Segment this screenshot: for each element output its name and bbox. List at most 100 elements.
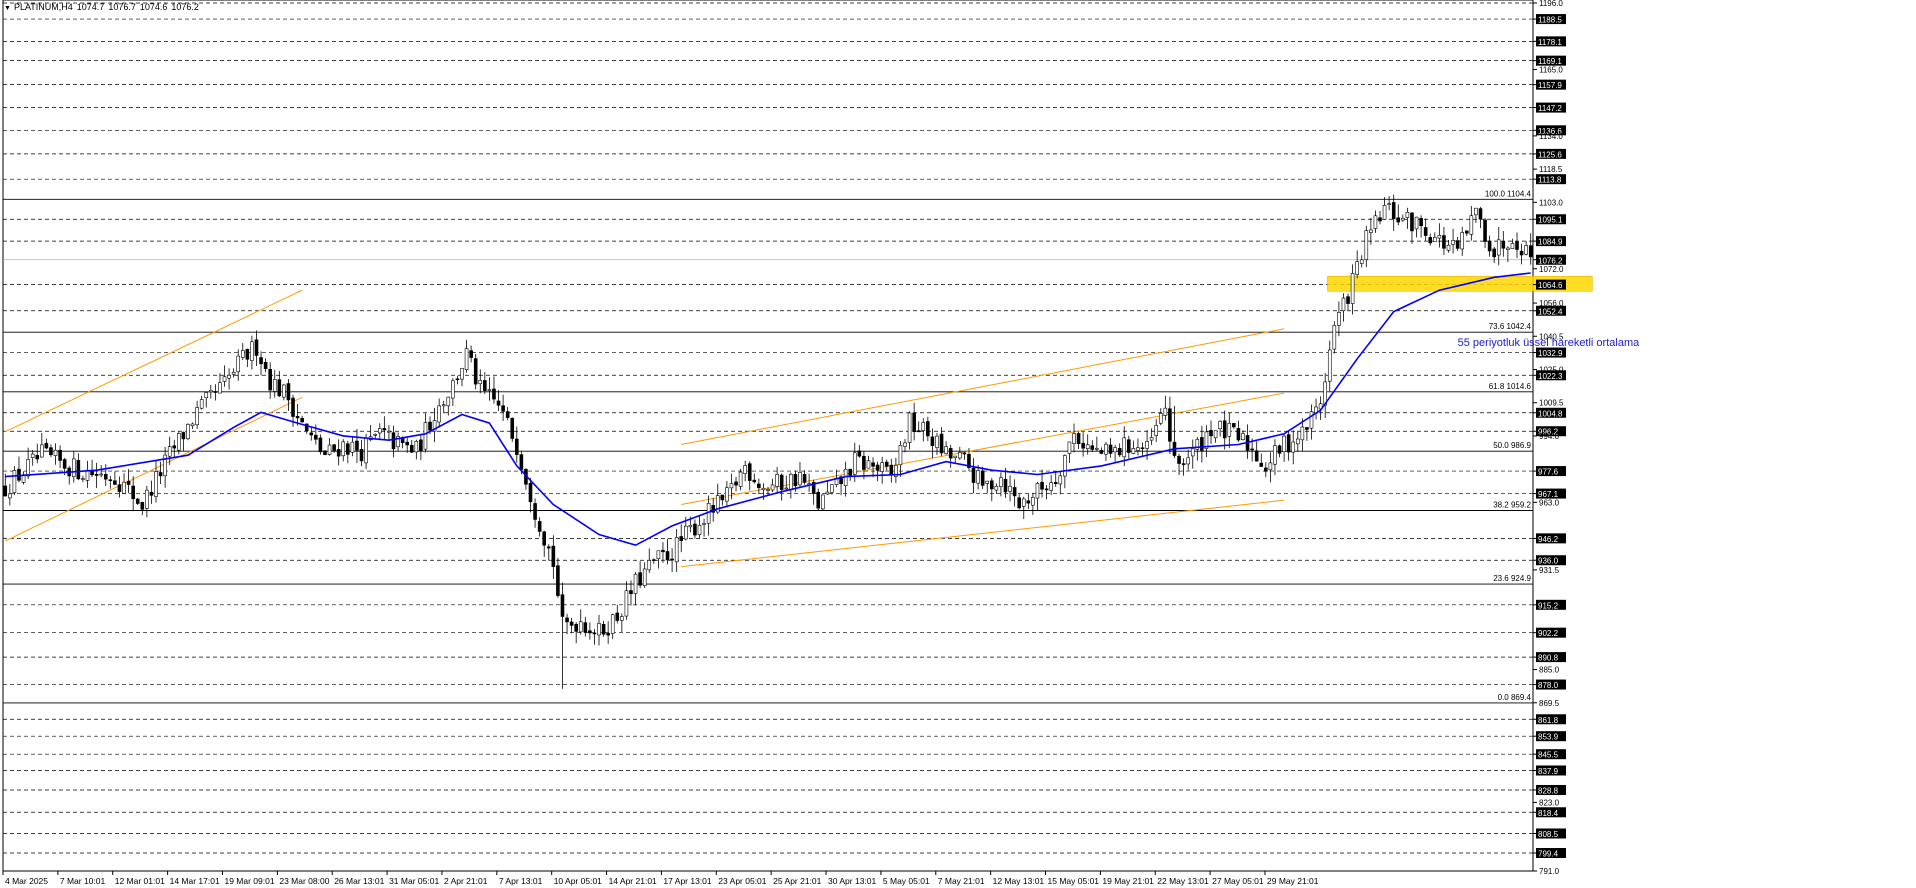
candle-body bbox=[1350, 273, 1355, 304]
candle-body bbox=[884, 461, 889, 467]
price-level-tag-label: 1147.2 bbox=[1538, 104, 1562, 113]
candle-body bbox=[916, 430, 921, 433]
candle-body bbox=[172, 445, 177, 449]
candle-body bbox=[588, 630, 592, 634]
y-tick-label: 963.0 bbox=[1539, 498, 1560, 507]
candle-body bbox=[76, 460, 81, 480]
candle-body bbox=[49, 447, 53, 456]
x-tick-label: 5 May 05:01 bbox=[883, 876, 930, 886]
candle-body bbox=[1209, 429, 1213, 437]
candle-body bbox=[140, 501, 145, 510]
candle-body bbox=[149, 491, 154, 496]
candle-body bbox=[90, 470, 94, 476]
candle-body bbox=[656, 550, 661, 559]
candle-body bbox=[44, 442, 49, 449]
x-tick-label: 27 May 05:01 bbox=[1212, 876, 1264, 886]
candle-body bbox=[1104, 443, 1108, 455]
candle-body bbox=[519, 454, 524, 470]
x-tick-label: 14 Mar 17:01 bbox=[170, 876, 220, 886]
x-tick-label: 7 May 21:01 bbox=[938, 876, 985, 886]
candle-body bbox=[437, 405, 441, 423]
x-tick-label: 7 Mar 10:01 bbox=[60, 876, 106, 886]
candle-body bbox=[382, 428, 387, 431]
candle-body bbox=[679, 536, 684, 541]
candle-body bbox=[574, 624, 578, 632]
x-tick-label: 23 Mar 08:00 bbox=[279, 876, 329, 886]
candle-body bbox=[638, 572, 642, 586]
candle-body bbox=[1053, 482, 1058, 485]
candle-body bbox=[1337, 312, 1341, 326]
candle-body bbox=[186, 424, 190, 439]
candle-body bbox=[1190, 448, 1195, 457]
candle-body bbox=[501, 405, 505, 412]
candle-body bbox=[697, 525, 702, 535]
candle-body bbox=[989, 480, 994, 490]
candle-body bbox=[1519, 250, 1524, 256]
candle-body bbox=[218, 382, 222, 394]
candle-body bbox=[419, 439, 423, 452]
candle-body bbox=[1524, 245, 1528, 255]
ema-55-line[interactable] bbox=[5, 272, 1531, 547]
candle-body bbox=[1003, 478, 1008, 493]
candle-body bbox=[414, 440, 419, 453]
candle-body bbox=[1327, 349, 1332, 382]
candle-body bbox=[1232, 423, 1236, 428]
candle-body bbox=[1254, 450, 1259, 462]
candle-body bbox=[53, 449, 58, 456]
candle-body bbox=[373, 433, 378, 436]
candle-body bbox=[300, 418, 304, 423]
candle-body bbox=[441, 404, 446, 407]
trend-channel-line[interactable] bbox=[5, 396, 303, 542]
candle-body bbox=[633, 573, 638, 594]
candle-body bbox=[245, 349, 250, 360]
trend-channel-line[interactable] bbox=[5, 289, 303, 433]
candle-body bbox=[980, 470, 985, 486]
price-level-tag-label: 1084.9 bbox=[1538, 238, 1563, 247]
y-tick-label: 1196.0 bbox=[1539, 0, 1563, 8]
candle-body bbox=[1442, 235, 1446, 249]
candle-body bbox=[944, 446, 948, 454]
candle-body bbox=[492, 388, 496, 400]
candle-body bbox=[1391, 202, 1396, 220]
candle-body bbox=[1149, 437, 1154, 441]
candle-body bbox=[346, 443, 350, 455]
price-chart[interactable]: 100.0 1104.4 73.6 1042.4 61.8 1014.6 50.0 9… bbox=[0, 0, 1916, 888]
candle-body bbox=[1127, 439, 1131, 453]
candle-body bbox=[533, 503, 537, 520]
candle-body bbox=[734, 481, 738, 486]
candle-body bbox=[81, 478, 85, 480]
candle-body bbox=[674, 537, 679, 563]
candle-body bbox=[661, 549, 665, 553]
candle-body bbox=[1428, 237, 1433, 244]
candle-body bbox=[766, 489, 770, 491]
candle-body bbox=[871, 462, 875, 467]
y-tick-label: 1165.0 bbox=[1539, 65, 1563, 74]
candle-body bbox=[1515, 241, 1519, 250]
fibonacci-label: 61.8 1014.6 bbox=[1489, 382, 1532, 391]
price-level-tag-label: 1052.4 bbox=[1538, 307, 1563, 316]
x-tick-label: 10 Apr 05:01 bbox=[554, 876, 602, 886]
candle-body bbox=[1012, 487, 1017, 497]
candle-body bbox=[282, 384, 286, 398]
candle-body bbox=[556, 565, 560, 596]
candle-body bbox=[1396, 217, 1401, 223]
candle-body bbox=[629, 590, 633, 595]
price-level-tag-label: 1064.6 bbox=[1538, 281, 1563, 290]
candle-body bbox=[250, 341, 254, 361]
candle-body bbox=[405, 441, 409, 446]
candle-body bbox=[1213, 430, 1218, 439]
candle-body bbox=[400, 437, 405, 443]
candle-body bbox=[652, 559, 656, 561]
candle-body bbox=[131, 485, 135, 500]
trend-channel-line[interactable] bbox=[681, 328, 1285, 445]
candle-body bbox=[1487, 240, 1492, 252]
candle-body bbox=[1095, 447, 1099, 450]
price-level-tag-label: 1157.9 bbox=[1538, 81, 1562, 90]
candle-body bbox=[693, 523, 697, 536]
candle-body bbox=[1145, 441, 1149, 449]
candle-body bbox=[935, 435, 939, 448]
candle-body bbox=[1305, 427, 1309, 430]
x-tick-label: 4 Mar 2025 bbox=[5, 876, 48, 886]
y-tick-label: 994.0 bbox=[1539, 432, 1560, 441]
price-level-tag-label: 1095.1 bbox=[1538, 216, 1563, 225]
